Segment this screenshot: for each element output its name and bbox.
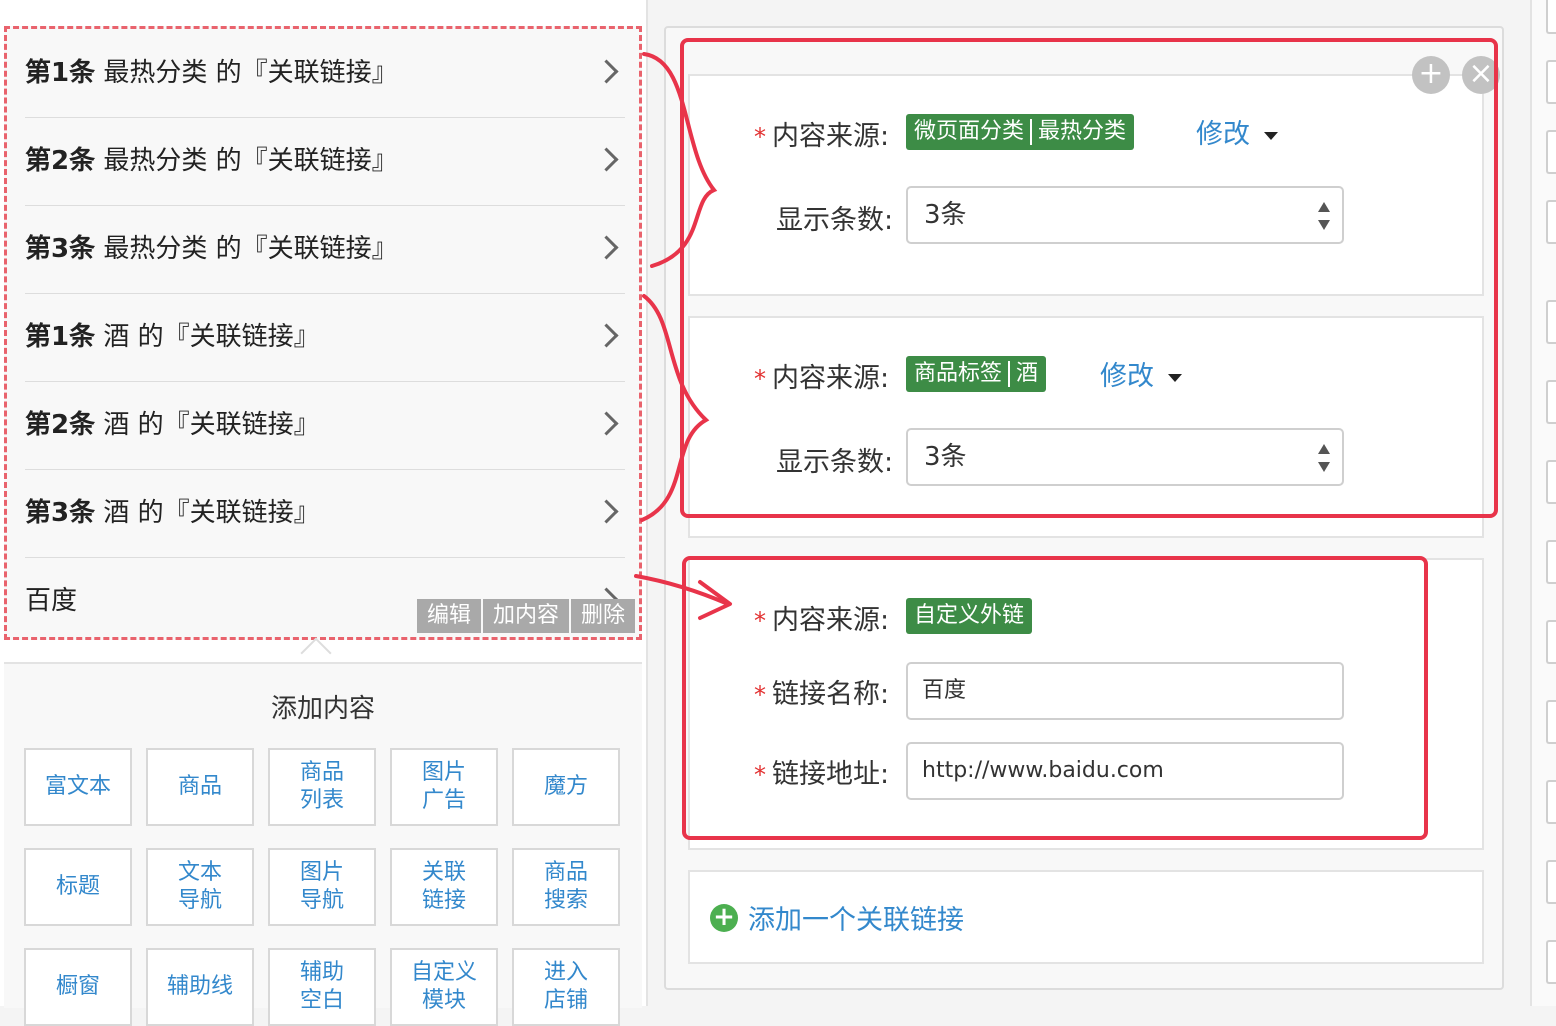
add-custom-module-button[interactable]: 自定义 模块 (390, 948, 498, 1026)
chevron-right-icon (594, 147, 619, 172)
add-enter-shop-button[interactable]: 进入 店铺 (512, 948, 620, 1026)
add-content-button[interactable]: 加内容 (482, 599, 569, 633)
row-text: 百度 (25, 586, 78, 616)
add-content-panel: 添加内容 富文本 商品 商品 列表 图片 广告 魔方 标题 文本 导航 图片 导… (4, 662, 642, 1026)
row-index: 第1条 (25, 322, 96, 352)
strip-item (1546, 620, 1556, 664)
add-content-title: 添加内容 (270, 694, 375, 724)
row-index: 第3条 (25, 234, 96, 264)
add-showcase-button[interactable]: 橱窗 (24, 948, 132, 1026)
add-related-link-button[interactable]: 关联 链接 (390, 848, 498, 926)
add-related-link-label: 添加一个关联链接 (748, 905, 964, 936)
preview-link-row[interactable]: 第2条 酒 的『关联链接』 (25, 381, 625, 470)
preview-link-row[interactable]: 第3条 最热分类 的『关联链接』 (25, 205, 625, 294)
row-text: 最热分类 的『关联链接』 (95, 234, 398, 264)
row-index: 第1条 (25, 58, 96, 88)
strip-item (1546, 460, 1556, 504)
strip-item (1546, 380, 1556, 424)
add-blank-button[interactable]: 辅助 空白 (268, 948, 376, 1026)
component-actions: 编辑 加内容 删除 (415, 599, 635, 633)
chevron-right-icon (594, 411, 619, 436)
related-links-preview[interactable]: 第1条 最热分类 的『关联链接』 第2条 最热分类 的『关联链接』 第3条 最热… (4, 26, 642, 640)
row-text: 酒 的『关联链接』 (95, 498, 320, 528)
add-image-ad-button[interactable]: 图片 广告 (390, 748, 498, 826)
edit-button[interactable]: 编辑 (416, 599, 481, 633)
strip-item (1546, 300, 1556, 344)
strip-item (1546, 780, 1556, 824)
row-index: 第2条 (25, 146, 96, 176)
add-image-nav-button[interactable]: 图片 导航 (268, 848, 376, 926)
add-rich-text-button[interactable]: 富文本 (24, 748, 132, 826)
add-related-link[interactable]: + 添加一个关联链接 (688, 870, 1484, 964)
delete-button[interactable]: 删除 (570, 599, 635, 633)
add-divider-button[interactable]: 辅助线 (146, 948, 254, 1026)
strip-item (1546, 940, 1556, 984)
preview-link-row[interactable]: 第1条 酒 的『关联链接』 (25, 293, 625, 382)
preview-panel: 第1条 最热分类 的『关联链接』 第2条 最热分类 的『关联链接』 第3条 最热… (0, 0, 648, 1026)
chevron-right-icon (594, 235, 619, 260)
preview-link-row[interactable]: 第3条 酒 的『关联链接』 (25, 469, 625, 558)
row-index: 第2条 (25, 410, 96, 440)
strip-item (1546, 0, 1556, 34)
add-text-nav-button[interactable]: 文本 导航 (146, 848, 254, 926)
add-goods-button[interactable]: 商品 (146, 748, 254, 826)
chevron-right-icon (594, 323, 619, 348)
add-goods-list-button[interactable]: 商品 列表 (268, 748, 376, 826)
strip-item (1546, 60, 1556, 104)
row-text: 最热分类 的『关联链接』 (95, 146, 398, 176)
row-text: 酒 的『关联链接』 (95, 410, 320, 440)
row-text: 酒 的『关联链接』 (95, 322, 320, 352)
annotation-box-custom-link (682, 556, 1428, 840)
add-goods-search-button[interactable]: 商品 搜索 (512, 848, 620, 926)
strip-item (1546, 700, 1556, 744)
add-cube-button[interactable]: 魔方 (512, 748, 620, 826)
preview-link-row[interactable]: 第1条 最热分类 的『关联链接』 (25, 29, 625, 118)
chevron-right-icon (594, 59, 619, 84)
preview-link-row[interactable]: 第2条 最热分类 的『关联链接』 (25, 117, 625, 206)
chevron-right-icon (594, 499, 619, 524)
add-title-button[interactable]: 标题 (24, 848, 132, 926)
strip-item (1546, 130, 1556, 174)
side-strip (1530, 0, 1556, 1006)
strip-item (1546, 540, 1556, 584)
plus-circle-icon: + (710, 904, 738, 932)
strip-item (1546, 860, 1556, 904)
row-text: 最热分类 的『关联链接』 (95, 58, 398, 88)
annotation-box-categories (680, 38, 1498, 518)
row-index: 第3条 (25, 498, 96, 528)
strip-item (1546, 200, 1556, 244)
